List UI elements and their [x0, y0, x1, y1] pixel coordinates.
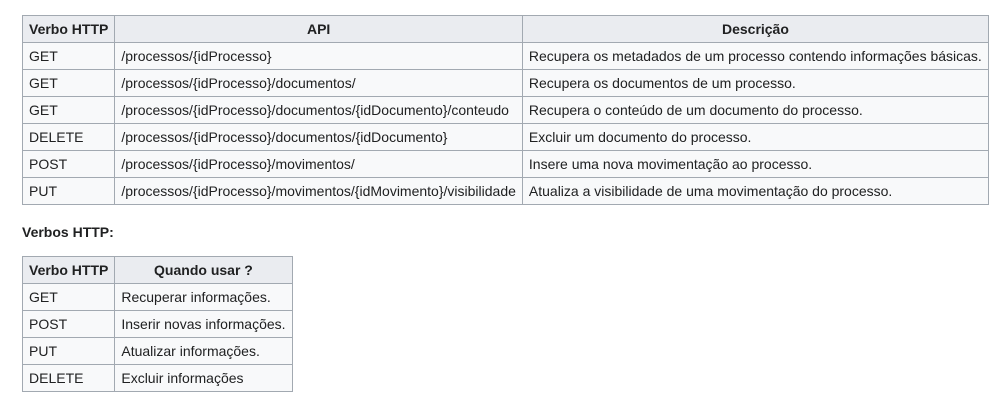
table-header-row: Verbo HTTP API Descrição: [21, 15, 990, 43]
column-header-verb: Verbo HTTP: [21, 15, 116, 43]
http-verbs-table: Verbo HTTP Quando usar ? GET Recuperar i…: [21, 256, 293, 392]
table-row: GET /processos/{idProcesso}/documentos/ …: [21, 69, 990, 97]
api-path-cell: /processos/{idProcesso}/documentos/{idDo…: [114, 96, 523, 124]
verb-cell: PUT: [21, 337, 116, 365]
verb-cell: DELETE: [21, 364, 116, 392]
api-path-cell: /processos/{idProcesso}/documentos/{idDo…: [114, 123, 523, 151]
description-cell: Recupera os metadados de um processo con…: [521, 42, 990, 70]
verb-cell: GET: [21, 69, 116, 97]
table-row: GET Recuperar informações.: [21, 283, 293, 311]
verb-cell: GET: [21, 283, 116, 311]
description-cell: Atualiza a visibilidade de uma movimenta…: [521, 177, 990, 205]
description-cell: Insere uma nova movimentação ao processo…: [521, 150, 990, 178]
api-path-cell: /processos/{idProcesso}/movimentos/: [114, 150, 523, 178]
table-row: DELETE /processos/{idProcesso}/documento…: [21, 123, 990, 151]
api-path-cell: /processos/{idProcesso}: [114, 42, 523, 70]
api-path-cell: /processos/{idProcesso}/movimentos/{idMo…: [114, 177, 523, 205]
column-header-when-to-use: Quando usar ?: [114, 256, 293, 284]
description-cell: Recupera o conteúdo de um documento do p…: [521, 96, 990, 124]
column-header-description: Descrição: [521, 15, 990, 43]
page: Verbo HTTP API Descrição GET /processos/…: [0, 0, 1003, 392]
column-header-api: API: [114, 15, 523, 43]
table-header-row: Verbo HTTP Quando usar ?: [21, 256, 293, 284]
table-row: GET /processos/{idProcesso}/documentos/{…: [21, 96, 990, 124]
usage-cell: Excluir informações: [114, 364, 293, 392]
table-row: PUT Atualizar informações.: [21, 337, 293, 365]
api-path-cell: /processos/{idProcesso}/documentos/: [114, 69, 523, 97]
verb-cell: GET: [21, 42, 116, 70]
verb-cell: DELETE: [21, 123, 116, 151]
usage-cell: Inserir novas informações.: [114, 310, 293, 338]
table-row: DELETE Excluir informações: [21, 364, 293, 392]
table-row: POST Inserir novas informações.: [21, 310, 293, 338]
table-row: POST /processos/{idProcesso}/movimentos/…: [21, 150, 990, 178]
usage-cell: Recuperar informações.: [114, 283, 293, 311]
verb-cell: PUT: [21, 177, 116, 205]
column-header-verb: Verbo HTTP: [21, 256, 116, 284]
table-row: GET /processos/{idProcesso} Recupera os …: [21, 42, 990, 70]
verb-cell: POST: [21, 150, 116, 178]
section-title: Verbos HTTP:: [22, 224, 114, 240]
verb-cell: GET: [21, 96, 116, 124]
usage-cell: Atualizar informações.: [114, 337, 293, 365]
api-endpoints-table: Verbo HTTP API Descrição GET /processos/…: [21, 15, 990, 205]
description-cell: Recupera os documentos de um processo.: [521, 69, 990, 97]
verb-cell: POST: [21, 310, 116, 338]
table-row: PUT /processos/{idProcesso}/movimentos/{…: [21, 177, 990, 205]
description-cell: Excluir um documento do processo.: [521, 123, 990, 151]
